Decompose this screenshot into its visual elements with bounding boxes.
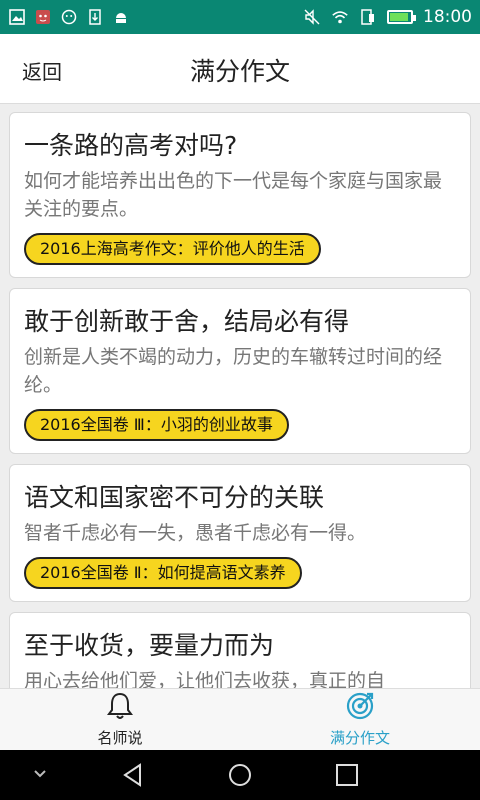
tab-teacher-talk[interactable]: 名师说	[0, 689, 240, 750]
tab-label: 名师说	[97, 729, 143, 747]
sim-icon	[359, 8, 377, 26]
bottom-tab-bar: 名师说 满分作文	[0, 688, 480, 750]
battery-icon	[387, 10, 416, 24]
wifi-icon	[331, 8, 349, 26]
article-card[interactable]: 一条路的高考对吗? 如何才能培养出出色的下一代是每个家庭与国家最关注的要点。 2…	[9, 112, 471, 278]
article-card[interactable]: 敢于创新敢于舍，结局必有得 创新是人类不竭的动力，历史的车辙转过时间的经纶。 2…	[9, 288, 471, 454]
page-title: 满分作文	[189, 57, 290, 86]
system-nav-bar	[0, 750, 480, 800]
mute-icon	[303, 8, 321, 26]
back-nav-icon[interactable]	[120, 762, 146, 792]
download-icon	[86, 8, 104, 26]
face-icon	[60, 8, 78, 26]
tab-label: 满分作文	[329, 729, 390, 747]
article-desc: 智者千虑必有一失，愚者千虑必有一得。	[24, 522, 367, 544]
article-list[interactable]: 一条路的高考对吗? 如何才能培养出出色的下一代是每个家庭与国家最关注的要点。 2…	[0, 104, 480, 688]
android-icon	[112, 8, 130, 26]
status-bar: 18:00	[0, 0, 480, 34]
article-desc: 创新是人类不竭的动力，历史的车辙转过时间的经纶。	[24, 346, 443, 396]
article-card[interactable]: 至于收货，要量力而为 用心去给他们爱，让他们去收获，真正的自	[9, 612, 471, 688]
article-title: 至于收货，要量力而为	[24, 631, 275, 660]
article-desc: 用心去给他们爱，让他们去收获，真正的自	[24, 670, 386, 688]
article-tag: 2016全国卷 Ⅱ：如何提高语文素养	[24, 557, 302, 589]
target-icon	[345, 691, 375, 725]
chevron-down-icon[interactable]	[32, 766, 48, 786]
recents-nav-icon[interactable]	[334, 762, 360, 792]
header: 返回 满分作文	[0, 34, 480, 104]
article-title: 一条路的高考对吗?	[24, 131, 238, 160]
gallery-icon	[8, 8, 26, 26]
app-notification-icon	[34, 8, 52, 26]
article-tag: 2016全国卷 Ⅲ：小羽的创业故事	[24, 409, 289, 441]
bell-icon	[106, 691, 134, 725]
home-nav-icon[interactable]	[227, 762, 253, 792]
article-tag: 2016上海高考作文：评价他人的生活	[24, 233, 321, 265]
tab-full-score[interactable]: 满分作文	[240, 689, 480, 750]
article-title: 敢于创新敢于舍，结局必有得	[24, 307, 350, 336]
article-card[interactable]: 语文和国家密不可分的关联 智者千虑必有一失，愚者千虑必有一得。 2016全国卷 …	[9, 464, 471, 602]
article-desc: 如何才能培养出出色的下一代是每个家庭与国家最关注的要点。	[24, 170, 443, 220]
article-title: 语文和国家密不可分的关联	[24, 483, 325, 512]
status-time: 18:00	[423, 7, 472, 27]
